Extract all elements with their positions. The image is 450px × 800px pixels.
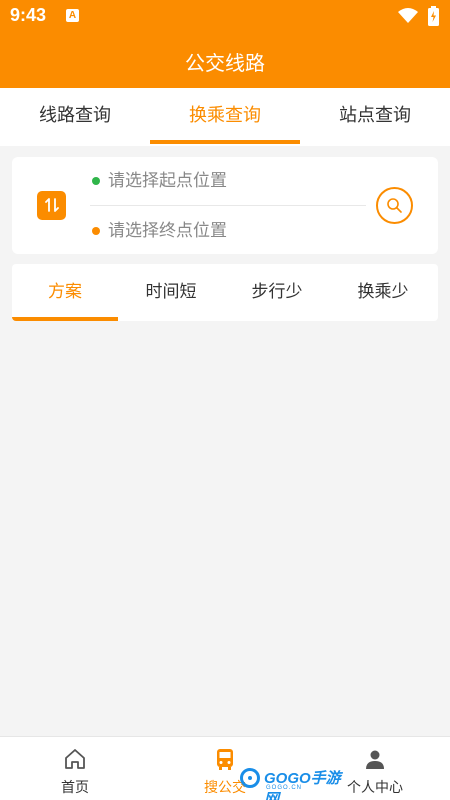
notification-icon: A	[66, 9, 79, 22]
battery-icon	[428, 6, 439, 30]
watermark-brand: GOGO手游网	[264, 770, 341, 800]
tab-station-query[interactable]: 站点查询	[300, 88, 450, 146]
app-bar: 公交线路	[0, 32, 450, 88]
status-bar: 9:43 A	[0, 0, 450, 32]
top-tabs: 线路查询 换乘查询 站点查询	[0, 88, 450, 146]
person-icon	[366, 750, 384, 769]
filter-least-walking[interactable]: 步行少	[224, 264, 330, 321]
watermark-logo-icon	[240, 768, 260, 788]
start-dot	[92, 177, 100, 185]
nav-home-label: 首页	[61, 780, 89, 796]
end-dot	[92, 227, 100, 235]
swap-vertical-icon	[44, 198, 59, 212]
plan-filter-tabs: 方案 时间短 步行少 换乘少	[12, 264, 438, 321]
nav-home[interactable]: 首页	[0, 737, 150, 800]
bus-icon	[217, 749, 233, 770]
filter-fewest-transfers[interactable]: 换乘少	[330, 264, 436, 321]
tab-transfer-query[interactable]: 换乘查询	[150, 88, 300, 146]
filter-shortest-time[interactable]: 时间短	[118, 264, 224, 321]
start-location-field[interactable]: 请选择起点位置	[108, 167, 227, 195]
wifi-icon	[398, 8, 418, 28]
home-icon	[65, 749, 85, 769]
swap-button[interactable]	[37, 191, 66, 220]
end-location-field[interactable]: 请选择终点位置	[108, 217, 227, 245]
search-button[interactable]	[376, 187, 413, 224]
tab-line-query[interactable]: 线路查询	[0, 88, 150, 146]
tab-active-indicator	[150, 140, 300, 144]
bottom-nav: 首页 搜公交 个人中心	[0, 736, 450, 800]
search-icon	[387, 198, 402, 213]
status-time: 9:43	[10, 5, 47, 25]
filter-active-indicator	[12, 317, 118, 321]
watermark-url: GOGO.CN	[266, 785, 303, 791]
watermark: GOGO手游网 GOGO.CN	[240, 766, 346, 800]
input-divider	[90, 205, 366, 206]
filter-plan[interactable]: 方案	[12, 264, 118, 321]
route-form-card: 请选择起点位置 请选择终点位置	[12, 157, 438, 254]
page-title: 公交线路	[185, 51, 265, 75]
